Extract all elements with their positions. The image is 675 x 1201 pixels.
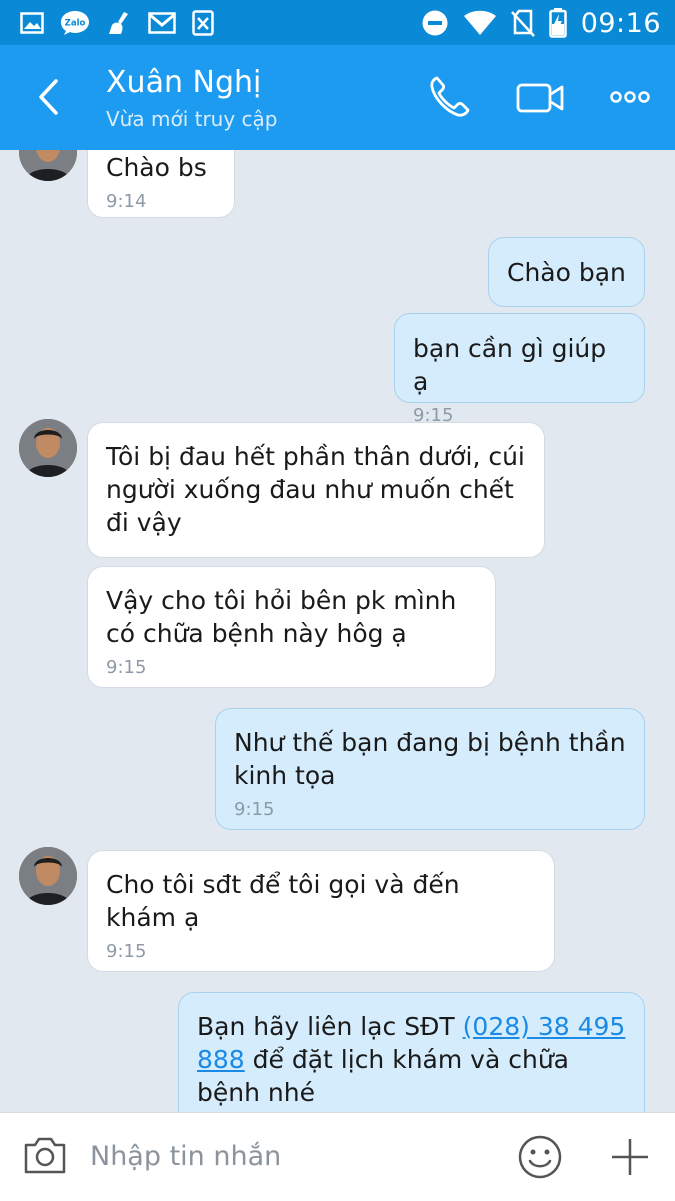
wifi-icon [463,10,496,35]
cleaner-icon [109,12,128,34]
contact-avatar[interactable] [19,150,77,181]
message-list[interactable]: Chào bs 9:14 Chào bạn bạn cần gì giúp ạ … [0,150,675,1112]
message-text: Bạn hãy liên lạc SĐT (028) 38 495 888 để… [197,1010,626,1109]
chat-header: Xuân Nghị Vừa mới truy cập [0,45,675,150]
message-time: 9:15 [106,657,147,678]
message-text-part: để đặt lịch khám và chữa bệnh nhé [197,1045,569,1107]
contact-status: Vừa mới truy cập [106,107,278,131]
camera-icon[interactable] [22,1135,68,1175]
message-bubble-incoming[interactable]: Tôi bị đau hết phần thân dưới, cúi người… [87,422,545,558]
svg-text:Zalo: Zalo [65,19,86,29]
message-bubble-incoming[interactable]: Vậy cho tôi hỏi bên pk mình có chữa bệnh… [87,566,496,688]
more-options-icon[interactable] [608,73,652,121]
battery-charging-icon [548,8,567,38]
message-bubble-outgoing[interactable]: Chào bạn [488,237,645,307]
message-input[interactable]: Nhập tin nhắn [90,1141,281,1172]
video-call-icon[interactable] [514,73,566,121]
status-bar: Zalo 09:16 [0,0,675,45]
message-text: bạn cần gì giúp ạ [413,334,607,396]
contact-name[interactable]: Xuân Nghị [106,65,261,100]
emoji-icon[interactable] [517,1134,563,1180]
message-text: Tôi bị đau hết phần thân dưới, cúi người… [106,442,525,537]
message-bubble-incoming[interactable]: Chào bs 9:14 [87,150,235,218]
message-bubble-incoming[interactable]: Cho tôi sđt để tôi gọi và đến khám ạ 9:1… [87,850,555,972]
back-arrow-icon[interactable] [30,75,70,119]
do-not-disturb-icon [422,10,448,36]
phone-call-icon[interactable] [426,73,474,121]
zalo-icon: Zalo [61,11,89,35]
contact-avatar[interactable] [19,847,77,905]
message-text: Như thế bạn đang bị bệnh thần kinh tọa [234,728,626,790]
gmail-icon [148,12,176,34]
message-bubble-outgoing[interactable]: Bạn hãy liên lạc SĐT (028) 38 495 888 để… [178,992,645,1112]
gallery-icon [20,12,44,34]
message-time: 9:14 [106,191,147,212]
add-attachment-icon[interactable] [610,1137,650,1177]
excel-icon [192,10,214,36]
system-icons: 09:16 [421,6,661,40]
no-sim-icon [510,9,535,37]
message-bubble-outgoing[interactable]: bạn cần gì giúp ạ 9:15 [394,313,645,426]
message-text: Cho tôi sđt để tôi gọi và đến khám ạ [106,870,460,932]
message-text: Chào bs [106,153,207,182]
status-time: 09:16 [580,7,661,39]
message-time: 9:15 [234,799,275,820]
message-bubble-outgoing[interactable]: Như thế bạn đang bị bệnh thần kinh tọa 9… [215,708,645,830]
notification-icons: Zalo [20,9,214,37]
message-text: Vậy cho tôi hỏi bên pk mình có chữa bệnh… [106,586,457,648]
message-input-bar: Nhập tin nhắn [0,1112,675,1201]
contact-avatar[interactable] [19,419,77,477]
message-text-part: Bạn hãy liên lạc SĐT [197,1012,463,1041]
message-text: Chào bạn [507,258,626,287]
message-time: 9:15 [106,941,147,962]
